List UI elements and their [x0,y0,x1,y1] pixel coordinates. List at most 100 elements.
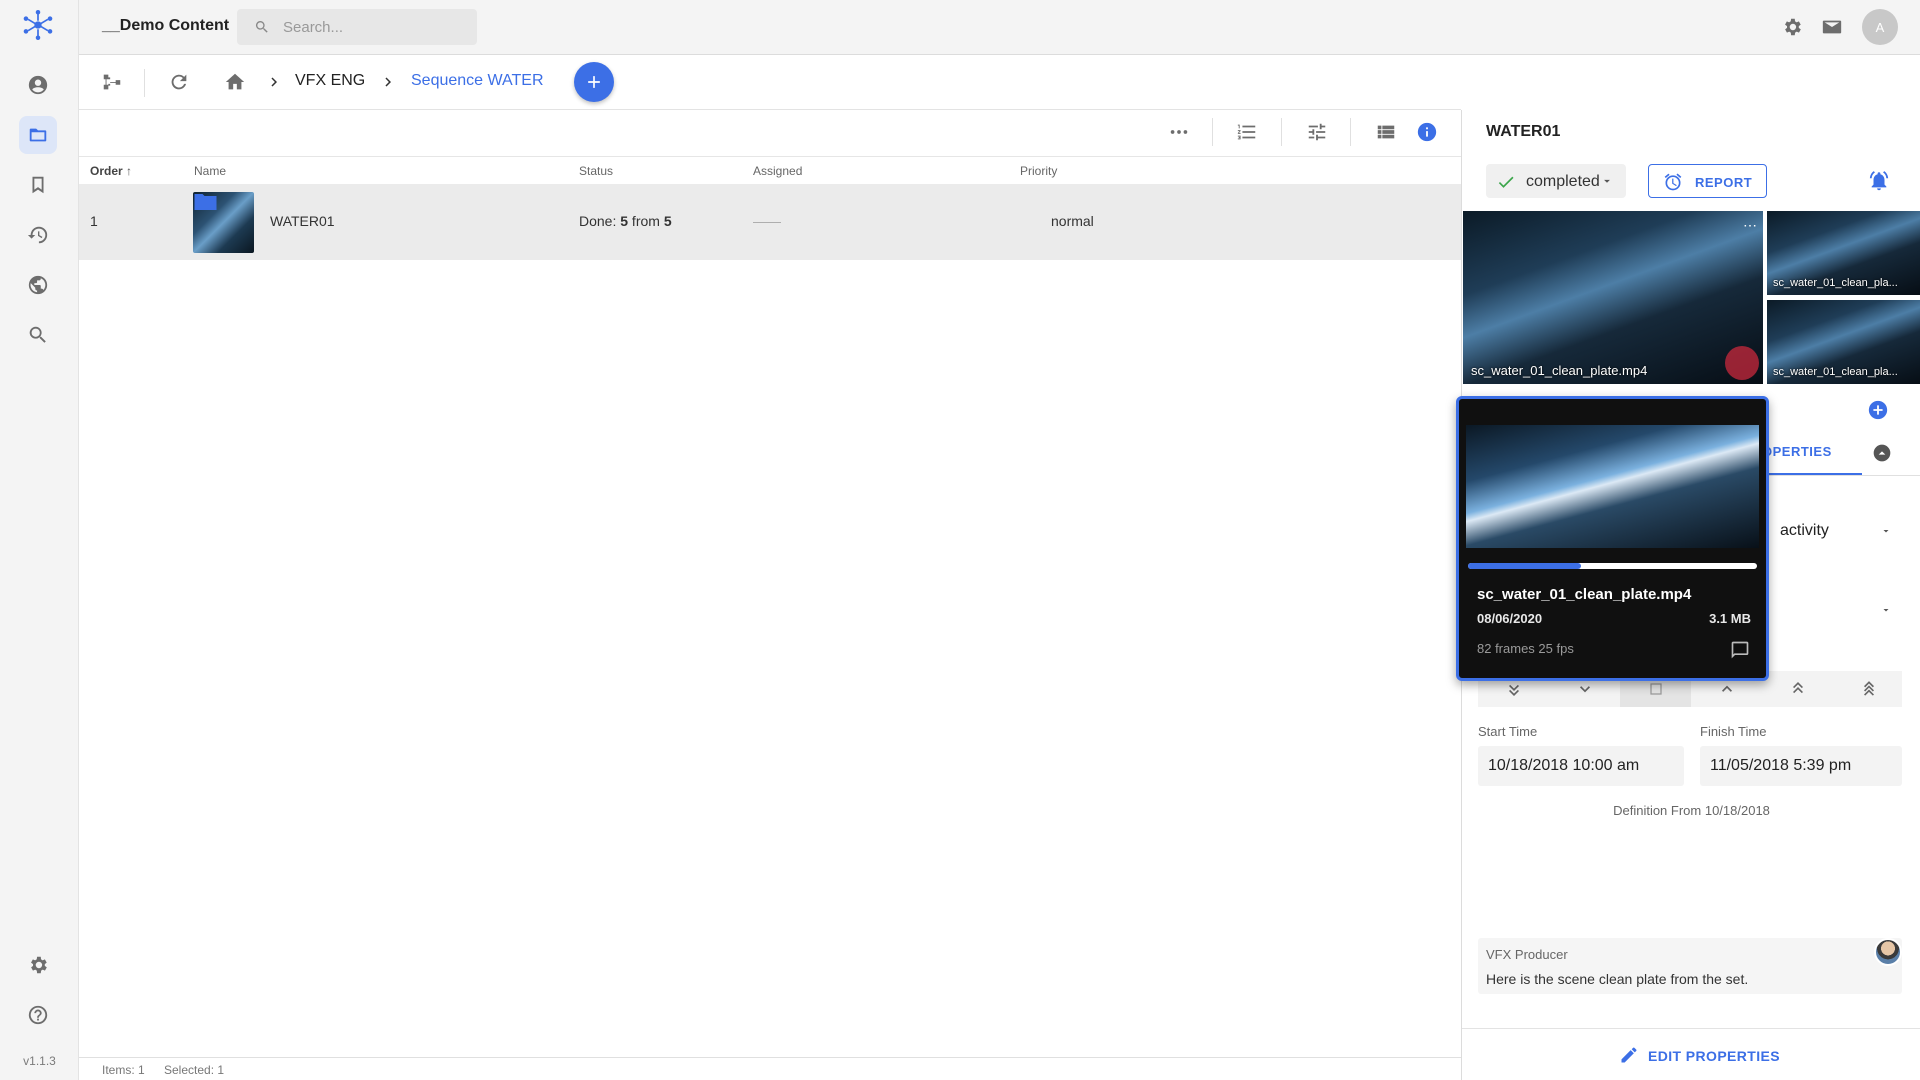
chevron-down-icon [1579,686,1590,693]
add-button[interactable] [574,62,614,102]
tab-properties[interactable]: OPERTIES [1762,444,1832,459]
divider [1281,118,1282,146]
finish-time-field[interactable]: 11/05/2018 5:39 pm [1700,746,1902,786]
status-value: completed [1526,173,1600,190]
nav-folder-icon[interactable] [19,116,57,154]
finish-time-value: 11/05/2018 5:39 pm [1710,757,1852,774]
breadcrumb-vfx-eng[interactable]: VFX ENG [295,72,365,90]
column-header-assigned[interactable]: Assigned [753,164,802,178]
preview-date: 08/06/2020 [1477,611,1543,626]
folder-icon [194,194,217,210]
media-main[interactable]: sc_water_01_clean_plate.mp4 ⋯ [1463,211,1763,384]
refresh-icon[interactable] [168,71,190,93]
triple-chevron-up-icon [1863,681,1874,696]
row-priority: normal [1051,213,1094,229]
playback-progress-fill [1468,563,1581,569]
nav-settings-icon[interactable] [19,946,57,984]
row-status: Done: 5 from 5 [579,213,672,229]
column-header-status[interactable]: Status [579,164,613,178]
media-thumb-2[interactable]: sc_water_01_clean_pla... [1767,211,1920,295]
breadcrumb-bar: VFX ENG Sequence WATER [79,55,1461,110]
check-icon [1498,176,1514,188]
media-caption: sc_water_01_clean_pla... [1773,366,1898,378]
search-input[interactable] [283,9,468,45]
activity-value: activity [1780,522,1829,539]
nav-history-icon[interactable] [19,216,57,254]
comment-card: VFX Producer Here is the scene clean pla… [1478,938,1902,994]
panel-title: WATER01 [1486,123,1561,140]
app-logo-icon[interactable] [19,6,57,44]
search-box[interactable] [237,9,477,45]
collapse-icon[interactable] [1872,443,1892,463]
caret-down-icon [1883,530,1889,533]
comment-author: VFX Producer [1486,947,1568,962]
column-header-order[interactable]: Order ↑ [90,164,132,178]
finish-time-label: Finish Time [1700,724,1767,739]
nav-help-icon[interactable] [19,996,57,1034]
nav-search-icon[interactable] [19,316,57,354]
status-bar: Items: 1 Selected: 1 [79,1057,1461,1080]
start-time-field[interactable]: 10/18/2018 10:00 am [1478,746,1684,786]
media-caption: sc_water_01_clean_pla... [1773,277,1898,289]
left-nav: v1.1.3 [0,0,79,1080]
row-assigned: —— [753,213,781,229]
search-icon [255,21,268,33]
comment-icon[interactable] [1730,640,1750,660]
start-time-value: 10/18/2018 10:00 am [1488,757,1640,774]
ordered-list-icon[interactable] [1236,121,1258,143]
status-dropdown[interactable]: completed [1486,164,1626,198]
preview-size: 3.1 MB [1709,611,1751,626]
home-icon[interactable] [224,71,246,93]
pencil-icon [1621,1047,1637,1063]
chevron-right-icon [385,77,391,87]
notification-bell-icon[interactable] [1868,170,1890,192]
media-thumb-3[interactable]: sc_water_01_clean_pla... [1767,300,1920,384]
preview-filename: sc_water_01_clean_plate.mp4 [1477,586,1692,603]
double-chevron-down-icon [1508,684,1519,696]
edit-properties-button[interactable]: EDIT PROPERTIES [1462,1028,1920,1080]
chevron-up-icon [1721,685,1732,692]
add-media-icon[interactable] [1867,399,1889,421]
media-preview-card[interactable]: sc_water_01_clean_plate.mp4 08/06/2020 3… [1456,396,1769,681]
alarm-clock-icon [1664,173,1682,191]
definition-label: Definition From 10/18/2018 [1613,803,1770,818]
annotation-pen-icon[interactable] [1725,346,1759,380]
breadcrumb-sequence-water[interactable]: Sequence WATER [411,72,544,90]
table-row[interactable]: 1 WATER01 Done: 5 from 5 —— normal [79,184,1461,260]
caret-down-icon [1883,609,1889,612]
nav-user-icon[interactable] [19,66,57,104]
filter-sliders-icon[interactable] [1306,121,1328,143]
preview-frames: 82 frames 25 fps [1477,641,1574,656]
list-view-icon[interactable] [1375,121,1397,143]
settings-gear-icon[interactable] [1781,16,1803,38]
playback-progress[interactable] [1468,563,1757,569]
divider [1212,118,1213,146]
square-icon [1649,683,1662,695]
top-bar: __Demo Content A [79,0,1920,55]
start-time-label: Start Time [1478,724,1538,739]
more-icon[interactable] [1168,121,1190,143]
workspace-title[interactable]: __Demo Content [102,17,229,35]
mail-icon[interactable] [1821,16,1843,38]
plus-icon [588,76,600,88]
column-header-priority[interactable]: Priority [1020,164,1057,178]
user-avatar[interactable]: A [1862,9,1898,45]
media-caption: sc_water_01_clean_plate.mp4 [1471,363,1648,378]
nav-globe-icon[interactable] [19,266,57,304]
report-button[interactable]: REPORT [1648,164,1767,198]
media-more-icon[interactable]: ⋯ [1743,217,1757,234]
preview-image [1466,425,1759,548]
priority-higher[interactable] [1762,671,1833,707]
priority-highest[interactable] [1833,671,1904,707]
divider [1350,118,1351,146]
column-header-name[interactable]: Name [194,164,226,178]
info-icon[interactable] [1416,121,1438,143]
app-version: v1.1.3 [23,1054,56,1068]
nav-bookmark-icon[interactable] [19,166,57,204]
row-order: 1 [90,213,98,229]
double-chevron-up-icon [1792,682,1803,694]
selected-count: Selected: 1 [164,1063,225,1077]
commenter-avatar [1874,938,1902,966]
divider [144,69,145,97]
hierarchy-icon[interactable] [101,71,123,93]
